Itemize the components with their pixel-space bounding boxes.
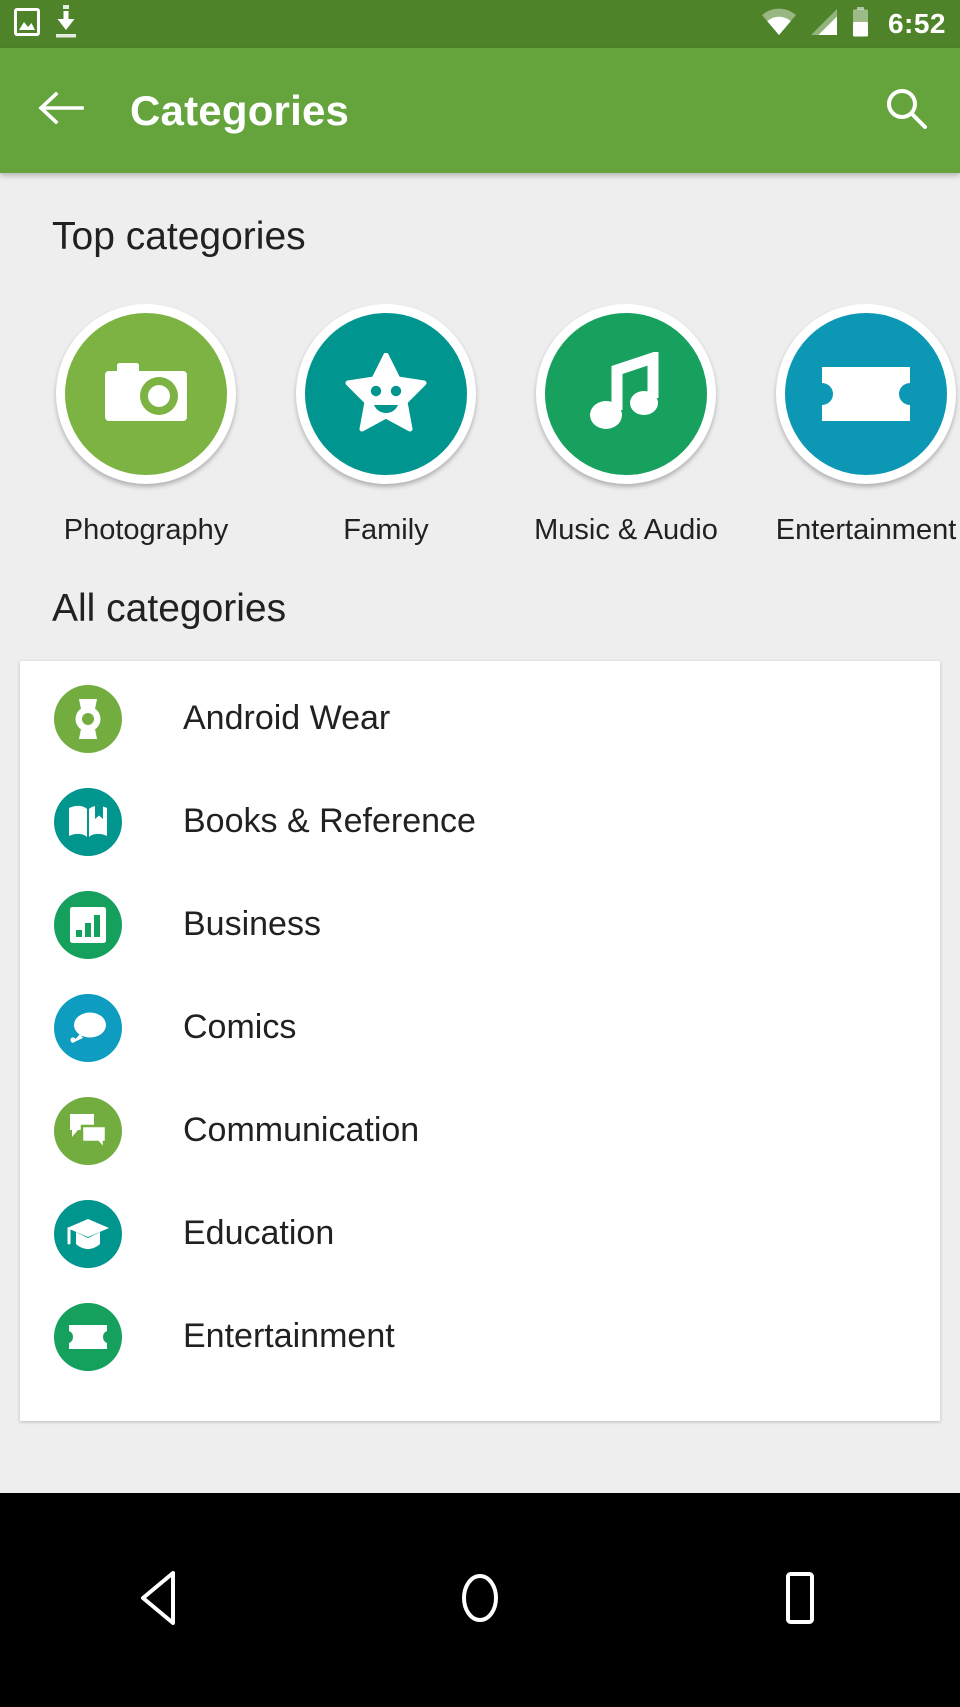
- android-nav-bar: [0, 1493, 960, 1707]
- category-row-books-and-reference[interactable]: Books & Reference: [20, 770, 940, 873]
- category-row-android-wear[interactable]: Android Wear: [20, 667, 940, 770]
- category-row-label: Education: [183, 1214, 335, 1252]
- category-row-education[interactable]: Education: [20, 1182, 940, 1285]
- page-title: Categories: [130, 86, 350, 134]
- category-row-label: Android Wear: [183, 699, 391, 737]
- category-row-communication[interactable]: Communication: [20, 1079, 940, 1182]
- top-category-bubble: [296, 304, 476, 484]
- ticket-icon: [785, 313, 947, 475]
- book-icon: [54, 787, 122, 856]
- category-row-label: Business: [183, 905, 321, 943]
- category-row-business[interactable]: Business: [20, 873, 940, 976]
- battery-icon: [851, 6, 870, 42]
- top-category-family[interactable]: Family: [296, 304, 476, 547]
- nav-back-button[interactable]: [0, 1493, 320, 1707]
- top-category-entertainment[interactable]: Entertainment: [776, 304, 956, 547]
- arrow-back-icon: [36, 88, 84, 133]
- nav-recents-button[interactable]: [640, 1493, 960, 1707]
- watch-icon: [54, 684, 122, 753]
- top-categories-heading: Top categories: [52, 215, 306, 258]
- top-category-label: Photography: [63, 514, 229, 546]
- top-category-photography[interactable]: Photography: [56, 304, 236, 547]
- wifi-icon: [761, 8, 797, 41]
- ticket-icon: [54, 1302, 122, 1371]
- download-icon: [54, 4, 78, 44]
- category-row-label: Entertainment: [183, 1317, 395, 1355]
- graduation-cap-icon: [54, 1199, 122, 1268]
- circle-home-icon: [455, 1568, 505, 1633]
- status-bar-clock: 6:52: [887, 8, 946, 39]
- scroll-content[interactable]: Top categories Photography Family Music …: [0, 173, 960, 1493]
- search-icon: [883, 85, 929, 136]
- app-toolbar: Categories: [0, 48, 960, 173]
- star-face-icon: [305, 313, 467, 475]
- category-row-label: Comics: [183, 1008, 297, 1046]
- top-category-bubble: [56, 304, 236, 484]
- status-bar: 6:52: [0, 0, 960, 48]
- speech-bubble-icon: [54, 993, 122, 1062]
- top-category-label: Family: [343, 514, 429, 546]
- top-category-bubble: [776, 304, 956, 484]
- status-bar-left-icons: [14, 4, 78, 44]
- square-recents-icon: [778, 1569, 822, 1632]
- bar-chart-icon: [54, 890, 122, 959]
- nav-home-button[interactable]: [320, 1493, 640, 1707]
- category-row-label: Communication: [183, 1111, 420, 1149]
- top-category-label: Music & Audio: [534, 514, 718, 546]
- category-row-label: Books & Reference: [183, 802, 476, 840]
- triangle-back-icon: [133, 1568, 187, 1633]
- status-bar-right-icons: 6:52: [761, 6, 946, 42]
- all-categories-card: Android Wear Books & Reference Business …: [20, 661, 940, 1421]
- top-categories-strip[interactable]: Photography Family Music & Audio Enterta…: [0, 304, 960, 547]
- cellular-signal-icon: [809, 8, 839, 41]
- top-category-music-and-audio[interactable]: Music & Audio: [534, 304, 718, 547]
- all-categories-heading: All categories: [52, 587, 287, 630]
- camera-icon: [65, 313, 227, 475]
- category-row-comics[interactable]: Comics: [20, 976, 940, 1079]
- search-button[interactable]: [878, 83, 934, 139]
- top-category-label: Entertainment: [775, 514, 957, 546]
- music-note-icon: [545, 313, 707, 475]
- chat-bubbles-icon: [54, 1096, 122, 1165]
- photo-icon: [14, 7, 40, 42]
- top-category-bubble: [536, 304, 716, 484]
- back-button[interactable]: [32, 83, 88, 139]
- category-row-entertainment[interactable]: Entertainment: [20, 1285, 940, 1388]
